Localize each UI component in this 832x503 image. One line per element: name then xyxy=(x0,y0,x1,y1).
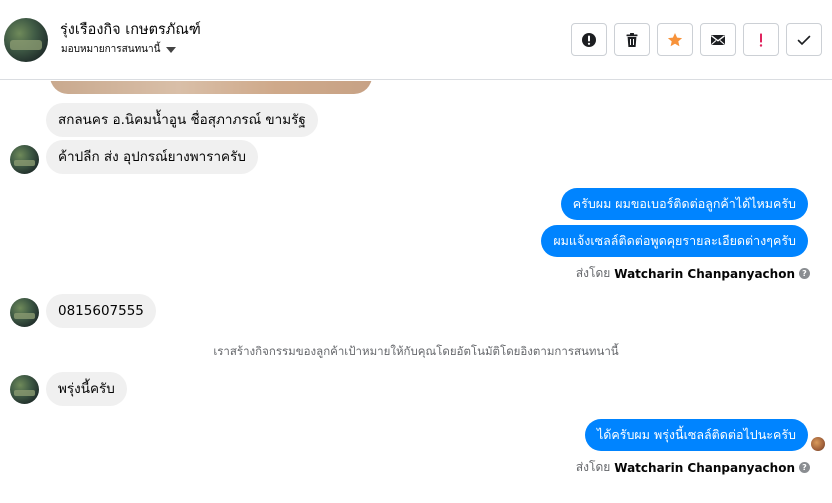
delete-button[interactable] xyxy=(614,23,650,56)
sender-name[interactable]: Watcharin Chanpanyachon xyxy=(614,267,795,281)
sender-name[interactable]: Watcharin Chanpanyachon xyxy=(614,461,795,475)
assign-conversation-dropdown[interactable]: มอบหมายการสนทนานี้ xyxy=(61,42,177,57)
envelope-icon xyxy=(711,34,725,45)
outgoing-message[interactable]: ครับผม ผมขอเบอร์ติดต่อลูกค้าได้ไหมครับ xyxy=(560,188,808,220)
star-icon xyxy=(667,32,683,46)
assign-label: มอบหมายการสนทนานี้ xyxy=(61,44,161,55)
incoming-message[interactable]: พรุ่งนี้ครับ xyxy=(46,372,127,406)
outgoing-message[interactable]: ผมแจ้งเซลล์ติดต่อพูดคุยรายละเอียดต่างๆคร… xyxy=(541,225,808,257)
flag-button[interactable] xyxy=(743,23,779,56)
conversation-toolbar xyxy=(571,23,822,56)
sent-by-label: ส่งโดย Watcharin Chanpanyachon ? xyxy=(576,458,810,477)
outgoing-message[interactable]: ได้ครับผม พรุ่งนี้เซลล์ติดต่อไปนะครับ xyxy=(585,419,808,451)
sent-by-prefix: ส่งโดย xyxy=(575,460,611,474)
incoming-message[interactable]: สกลนคร อ.นิคมน้ำอูน ชื่อสุภาภรณ์ ขามรัฐ xyxy=(46,103,318,137)
contact-avatar-small xyxy=(10,145,39,174)
seen-avatar-icon xyxy=(811,437,825,451)
shared-image[interactable] xyxy=(50,81,372,94)
exclamation-icon xyxy=(759,33,763,47)
contact-name[interactable]: รุ่งเรืองกิจ เกษตรภัณฑ์ xyxy=(60,18,201,41)
contact-avatar[interactable] xyxy=(4,18,48,62)
conversation-header: รุ่งเรืองกิจ เกษตรภัณฑ์ มอบหมายการสนทนาน… xyxy=(0,0,832,80)
info-icon[interactable]: ? xyxy=(799,268,810,279)
star-button[interactable] xyxy=(657,23,693,56)
contact-avatar-small xyxy=(10,375,39,404)
contact-avatar-small xyxy=(10,298,39,327)
spam-button[interactable] xyxy=(571,23,607,56)
trash-icon xyxy=(626,32,638,47)
info-icon[interactable]: ? xyxy=(799,462,810,473)
caret-down-icon xyxy=(166,46,177,53)
sent-by-label: ส่งโดย Watcharin Chanpanyachon ? xyxy=(576,264,810,283)
checkmark-icon xyxy=(797,35,811,45)
incoming-message[interactable]: ค้าปลีก ส่ง อุปกรณ์ยางพาราครับ xyxy=(46,140,258,174)
sent-by-prefix: ส่งโดย xyxy=(575,266,611,280)
mark-done-button[interactable] xyxy=(786,23,822,56)
alert-circle-icon xyxy=(582,32,596,47)
message-thread: สกลนคร อ.นิคมน้ำอูน ชื่อสุภาภรณ์ ขามรัฐ … xyxy=(0,81,832,503)
incoming-message[interactable]: 0815607555 xyxy=(46,294,156,328)
system-note: เราสร้างกิจกรรมของลูกค้าเป้าหมายให้กับคุ… xyxy=(213,344,619,358)
mark-unread-button[interactable] xyxy=(700,23,736,56)
